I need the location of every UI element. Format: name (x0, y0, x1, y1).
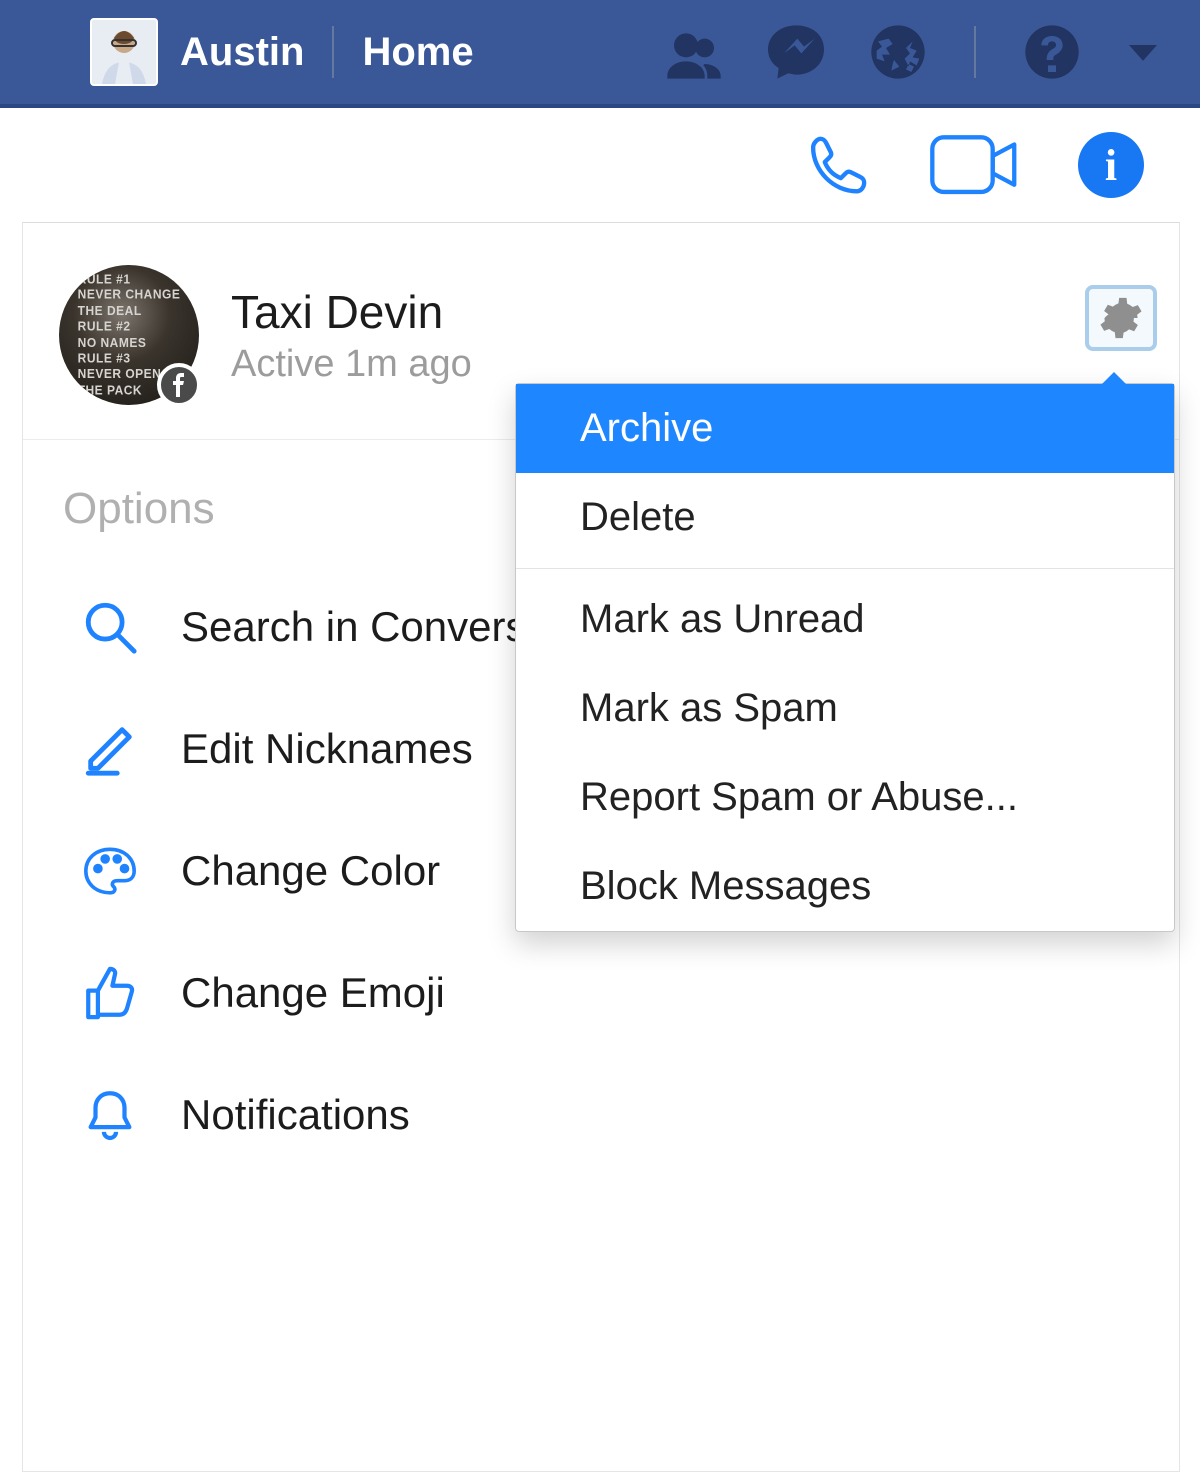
divider (332, 26, 334, 78)
messages-icon[interactable] (764, 20, 828, 84)
bell-icon (81, 1086, 139, 1144)
friend-requests-icon[interactable] (662, 20, 726, 84)
option-notifications[interactable]: Notifications (81, 1054, 1179, 1176)
topbar-right (662, 20, 1200, 84)
option-label: Change Color (181, 847, 440, 895)
notifications-icon[interactable] (866, 20, 930, 84)
dropdown-item-block[interactable]: Block Messages (516, 842, 1174, 931)
voice-call-icon[interactable] (800, 130, 870, 200)
divider (974, 26, 976, 78)
dropdown-item-archive[interactable]: Archive (516, 384, 1174, 473)
gear-icon (1099, 296, 1143, 340)
user-avatar[interactable] (90, 18, 158, 86)
facebook-badge-icon (157, 363, 201, 407)
info-icon[interactable]: i (1078, 132, 1144, 198)
conversation-settings-button[interactable] (1085, 285, 1157, 351)
option-change-emoji[interactable]: Change Emoji (81, 932, 1179, 1054)
palette-icon (81, 842, 139, 900)
account-dropdown-icon[interactable] (1122, 20, 1164, 84)
dropdown-item-mark-spam[interactable]: Mark as Spam (516, 664, 1174, 753)
help-icon[interactable] (1020, 20, 1084, 84)
contact-avatar[interactable]: RULE #1 NEVER CHANGE THE DEAL RULE #2 NO… (59, 265, 199, 405)
dropdown-item-mark-unread[interactable]: Mark as Unread (516, 575, 1174, 664)
topbar: Austin Home (0, 0, 1200, 108)
contact-status: Active 1m ago (231, 343, 472, 386)
contact-info: Taxi Devin Active 1m ago (231, 285, 472, 386)
settings-dropdown: Archive Delete Mark as Unread Mark as Sp… (515, 383, 1175, 932)
pencil-icon (81, 720, 139, 778)
option-label: Edit Nicknames (181, 725, 473, 773)
search-icon (81, 598, 139, 656)
dropdown-separator (516, 568, 1174, 569)
dropdown-caret (1102, 372, 1126, 384)
nav-home[interactable]: Home (362, 30, 473, 75)
conversation-actions: i (0, 108, 1200, 222)
user-name[interactable]: Austin (180, 30, 304, 75)
option-label: Notifications (181, 1091, 410, 1139)
thumb-up-icon (81, 964, 139, 1022)
contact-name: Taxi Devin (231, 285, 472, 339)
dropdown-item-delete[interactable]: Delete (516, 473, 1174, 562)
video-call-icon[interactable] (928, 130, 1020, 200)
conversation-panel: RULE #1 NEVER CHANGE THE DEAL RULE #2 NO… (22, 222, 1180, 1472)
dropdown-item-report[interactable]: Report Spam or Abuse... (516, 753, 1174, 842)
option-label: Change Emoji (181, 969, 445, 1017)
